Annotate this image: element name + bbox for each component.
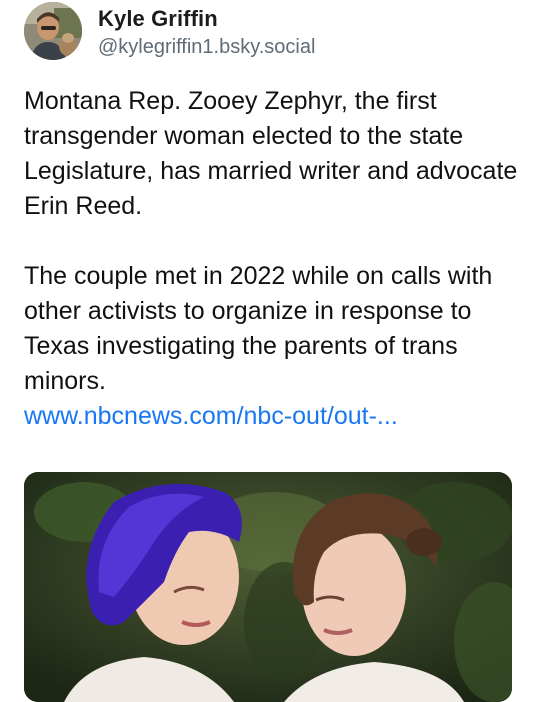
avatar[interactable] (24, 2, 82, 60)
post-paragraph-2: The couple met in 2022 while on calls wi… (24, 259, 524, 434)
post-card: Kyle Griffin @kylegriffin1.bsky.social M… (0, 0, 535, 702)
post-paragraph-2-text: The couple met in 2022 while on calls wi… (24, 262, 493, 395)
post-body: Montana Rep. Zooey Zephyr, the first tra… (24, 84, 524, 434)
author-name[interactable]: Kyle Griffin (98, 6, 218, 32)
wedding-photo-icon (24, 472, 512, 702)
post-paragraph-1: Montana Rep. Zooey Zephyr, the first tra… (24, 87, 518, 220)
author-handle[interactable]: @kylegriffin1.bsky.social (98, 36, 315, 59)
avatar-photo-icon (24, 2, 82, 60)
article-link[interactable]: www.nbcnews.com/nbc-out/out-... (24, 399, 524, 434)
embedded-image[interactable] (24, 472, 512, 702)
